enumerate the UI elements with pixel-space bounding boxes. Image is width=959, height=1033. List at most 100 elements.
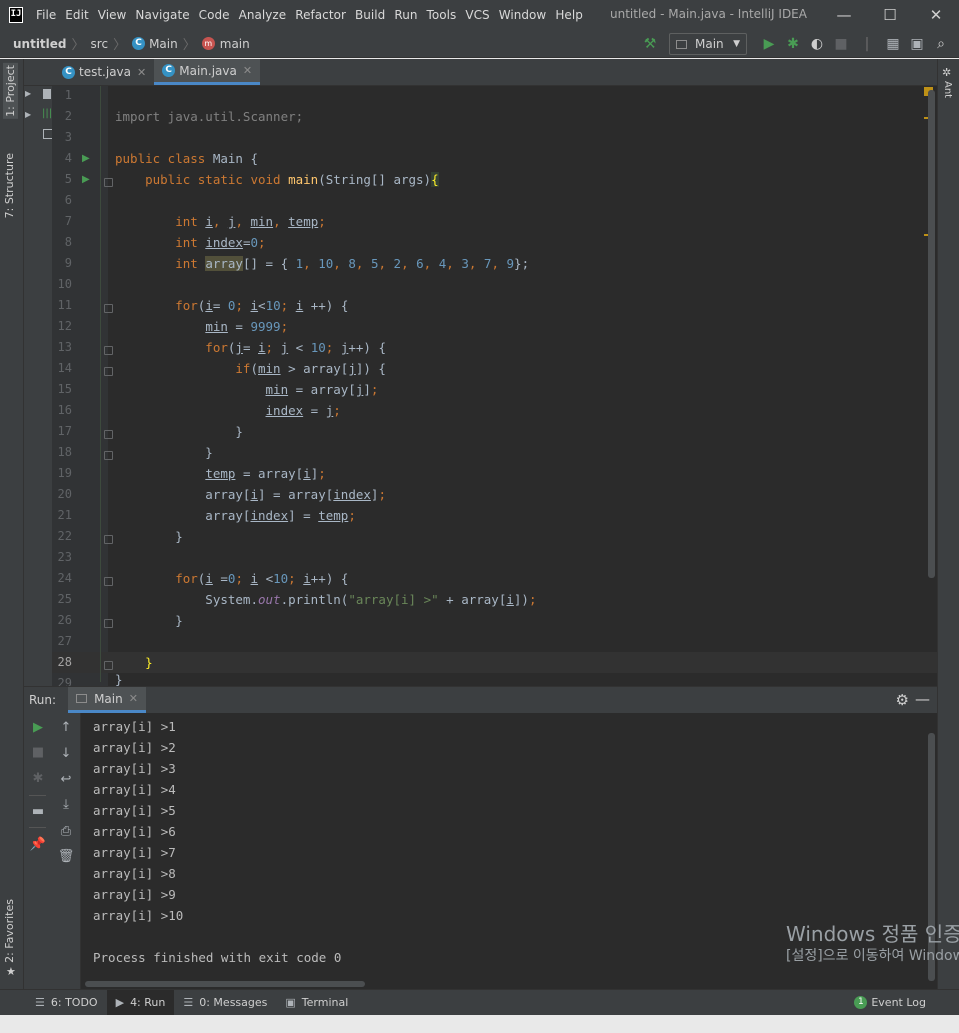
menu-file[interactable]: File bbox=[36, 8, 56, 22]
code-token: .println( bbox=[280, 592, 349, 607]
search-icon[interactable]: ⌕ bbox=[929, 33, 953, 55]
code-token: ; bbox=[235, 571, 251, 586]
toggle-window-icon[interactable]: ▣ bbox=[905, 33, 929, 55]
fold-marker-icon[interactable] bbox=[104, 451, 113, 460]
fold-marker-icon[interactable] bbox=[104, 367, 113, 376]
menu-window[interactable]: Window bbox=[499, 8, 547, 22]
print-icon[interactable]: ⎙ bbox=[57, 824, 75, 839]
menu-vcs[interactable]: VCS bbox=[465, 8, 489, 22]
menu-edit[interactable]: Edit bbox=[65, 8, 88, 22]
line-number: 22 bbox=[57, 529, 72, 543]
tab-test-java[interactable]: C test.java ✕ bbox=[54, 59, 154, 85]
expand-arrow-icon[interactable]: ▶ bbox=[25, 110, 31, 119]
fold-marker-icon[interactable] bbox=[104, 346, 113, 355]
breadcrumb-method[interactable]: m main bbox=[201, 37, 250, 51]
rerun-icon[interactable]: ▶ bbox=[29, 720, 47, 735]
code-line-17: } bbox=[115, 424, 243, 439]
project-structure-icon[interactable]: ▦ bbox=[881, 33, 905, 55]
fold-marker-icon[interactable] bbox=[104, 304, 113, 313]
maximize-button[interactable]: ☐ bbox=[867, 0, 913, 30]
breadcrumb-separator-icon: 〉 bbox=[71, 38, 85, 53]
run-tool-button[interactable]: ▶ 4: Run bbox=[106, 989, 175, 1016]
fold-marker-icon[interactable] bbox=[104, 619, 113, 628]
run-config-icon bbox=[676, 39, 687, 49]
tab-main-java[interactable]: C Main.java ✕ bbox=[154, 59, 261, 85]
code-token: 10 bbox=[310, 340, 326, 355]
coverage-icon[interactable]: ◐ bbox=[805, 33, 829, 55]
stop-icon[interactable]: ■ bbox=[829, 33, 853, 55]
minimize-button[interactable]: — bbox=[821, 0, 867, 30]
code-token: ]) { bbox=[355, 361, 386, 376]
terminal-tool-button[interactable]: ▣ Terminal bbox=[276, 990, 357, 1016]
menu-analyze[interactable]: Analyze bbox=[239, 8, 287, 22]
line-number: 21 bbox=[57, 508, 72, 522]
build-hammer-icon[interactable]: ⚒ bbox=[638, 33, 662, 55]
menu-run[interactable]: Run bbox=[394, 8, 417, 22]
close-tab-icon[interactable]: ✕ bbox=[137, 66, 146, 79]
menu-refactor[interactable]: Refactor bbox=[295, 8, 346, 22]
scroll-to-end-icon[interactable]: ⤓ bbox=[57, 797, 75, 812]
todo-tool-button[interactable]: ☰ 6: TODO bbox=[26, 990, 107, 1016]
console-output-line: array[i] >8 bbox=[93, 866, 176, 881]
ant-tool-tab[interactable]: Ant bbox=[942, 81, 953, 98]
pin-icon[interactable]: 📌 bbox=[29, 837, 47, 852]
messages-icon: ☰ bbox=[183, 996, 194, 1009]
menu-navigate[interactable]: Navigate bbox=[135, 8, 189, 22]
console-horizontal-scrollbar[interactable] bbox=[85, 981, 365, 987]
code-token: , bbox=[468, 256, 484, 271]
stop-icon[interactable]: ■ bbox=[29, 745, 47, 760]
gear-icon[interactable]: ⚙ bbox=[896, 691, 909, 709]
line-number: 11 bbox=[57, 298, 72, 312]
close-button[interactable]: ✕ bbox=[913, 0, 959, 30]
menu-help[interactable]: Help bbox=[555, 8, 583, 22]
debug-bug-icon[interactable]: ✱ bbox=[29, 771, 47, 786]
code-token: temp bbox=[205, 466, 236, 481]
breadcrumb-class[interactable]: C Main bbox=[132, 37, 178, 51]
soft-wrap-icon[interactable]: ↩ bbox=[57, 772, 75, 787]
run-gutter-icon[interactable]: ▶ bbox=[82, 174, 90, 185]
arrow-up-icon[interactable]: ↑ bbox=[57, 720, 75, 735]
fold-marker-icon[interactable] bbox=[104, 430, 113, 439]
chevron-down-icon: ▼ bbox=[733, 39, 740, 49]
menu-view[interactable]: View bbox=[98, 8, 127, 22]
menu-code[interactable]: Code bbox=[199, 8, 230, 22]
right-tool-stripe: ✲ Ant bbox=[937, 59, 959, 989]
structure-tool-tab[interactable]: 7: Structure bbox=[3, 153, 16, 218]
line-number: 10 bbox=[57, 277, 72, 291]
code-token: , bbox=[355, 256, 371, 271]
trash-icon[interactable]: 🗑 bbox=[57, 849, 75, 864]
fold-marker-icon[interactable] bbox=[104, 178, 113, 187]
code-token: ; bbox=[258, 235, 266, 250]
run-gutter-icon[interactable]: ▶ bbox=[82, 153, 90, 164]
line-number: 13 bbox=[57, 340, 72, 354]
expand-arrow-icon[interactable]: ▶ bbox=[25, 89, 31, 98]
menu-tools[interactable]: Tools bbox=[427, 8, 457, 22]
code-token: array[ bbox=[115, 508, 251, 523]
windows-activation-watermark: Windows 정품 인증 bbox=[786, 922, 959, 946]
close-tab-icon[interactable]: ✕ bbox=[243, 64, 252, 77]
event-log-button[interactable]: 1 Event Log bbox=[854, 996, 926, 1009]
arrow-down-icon[interactable]: ↓ bbox=[57, 746, 75, 761]
breadcrumb-project[interactable]: untitled bbox=[13, 37, 67, 51]
menu-build[interactable]: Build bbox=[355, 8, 385, 22]
restore-layout-icon[interactable]: ▬ bbox=[29, 804, 47, 819]
line-number: 24 bbox=[57, 571, 72, 585]
fold-marker-icon[interactable] bbox=[104, 577, 113, 586]
hide-panel-icon[interactable]: — bbox=[915, 690, 930, 708]
code-token: , bbox=[446, 256, 462, 271]
fold-marker-icon[interactable] bbox=[104, 661, 113, 670]
project-panel-collapsed: ▶ ▶ ||| bbox=[24, 59, 53, 686]
favorites-tool-tab[interactable]: 2: Favorites bbox=[3, 899, 16, 963]
code-token: ; bbox=[280, 298, 296, 313]
run-tab-main[interactable]: Main ✕ bbox=[68, 687, 146, 713]
close-tab-icon[interactable]: ✕ bbox=[129, 692, 138, 705]
project-tool-tab[interactable]: 1: Project bbox=[3, 63, 18, 119]
fold-marker-icon[interactable] bbox=[104, 535, 113, 544]
run-configuration-select[interactable]: Main ▼ bbox=[669, 33, 747, 55]
run-icon: ▶ bbox=[115, 996, 125, 1009]
run-icon[interactable]: ▶ bbox=[757, 33, 781, 55]
debug-bug-icon[interactable]: ✱ bbox=[781, 33, 805, 55]
breadcrumb-folder[interactable]: src bbox=[91, 37, 109, 51]
editor-scrollbar[interactable] bbox=[928, 90, 935, 578]
messages-tool-button[interactable]: ☰ 0: Messages bbox=[174, 990, 276, 1016]
